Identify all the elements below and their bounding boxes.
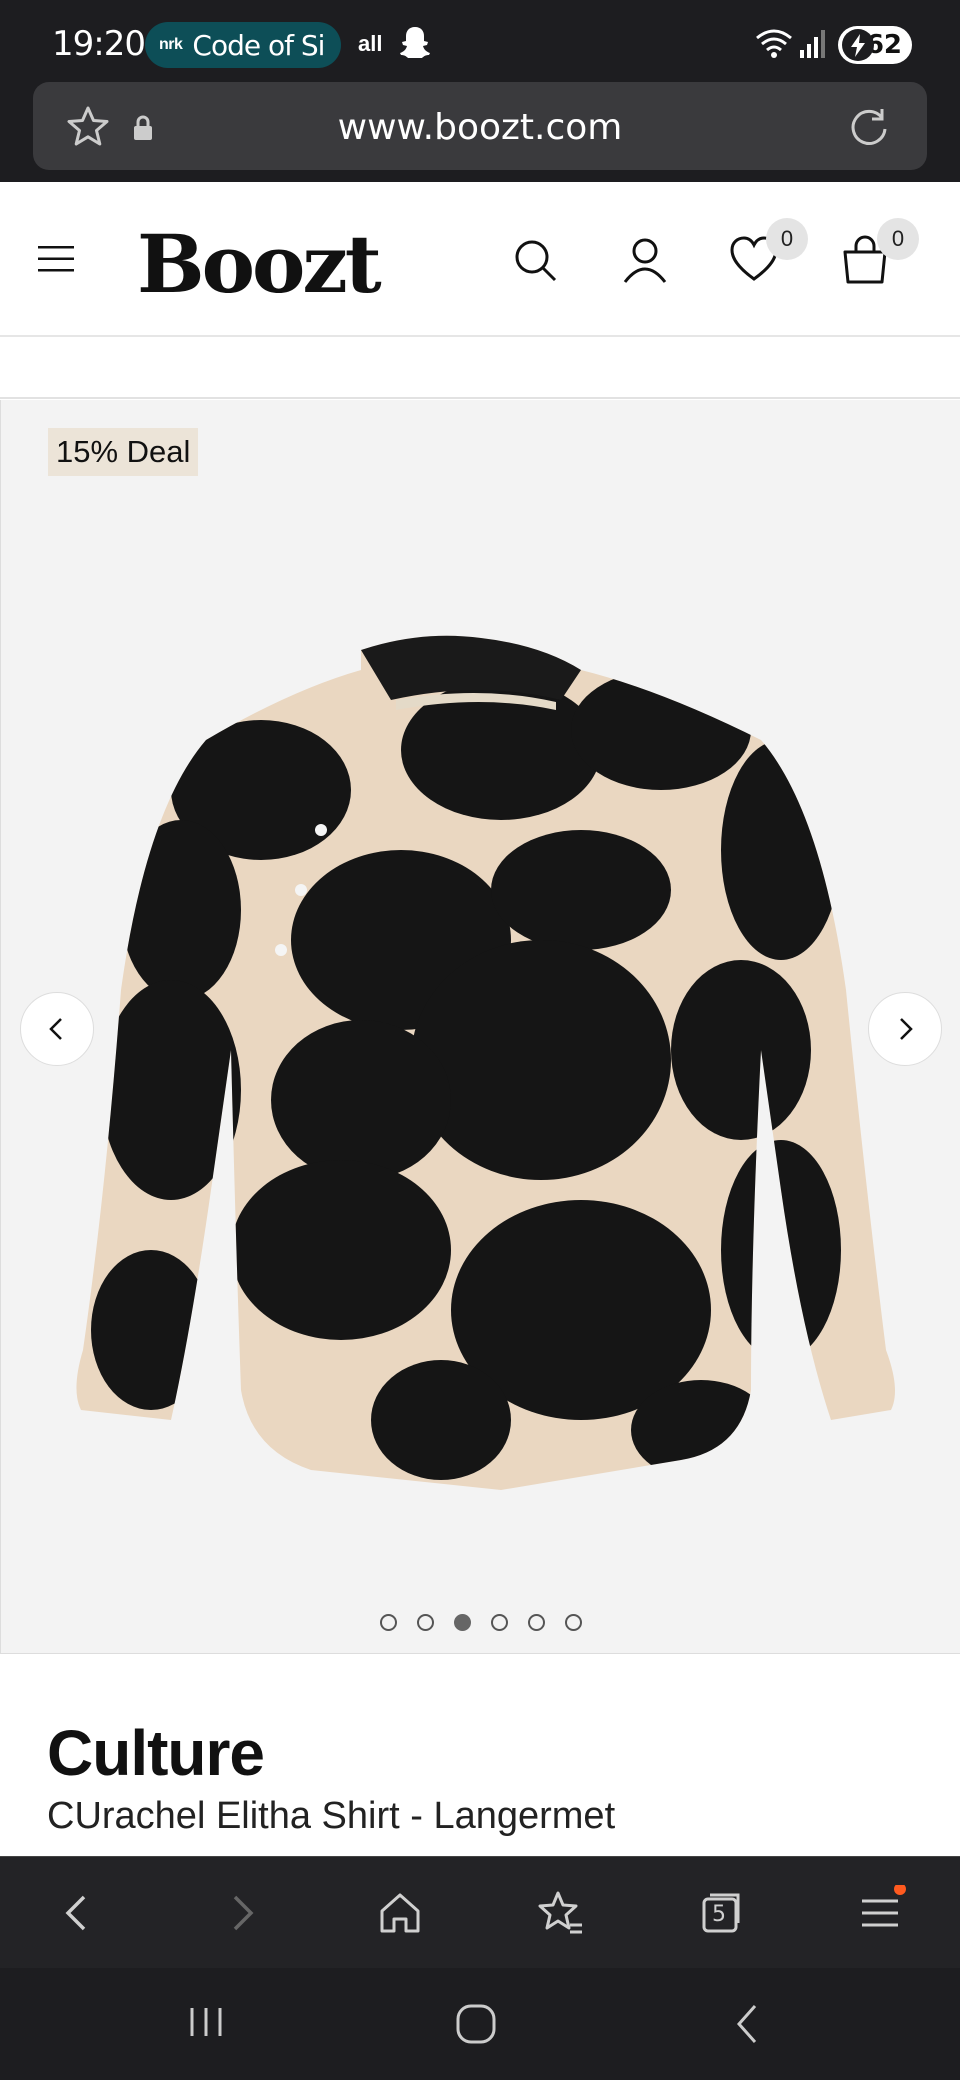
chevron-left-icon xyxy=(49,1018,62,1040)
system-back-icon[interactable] xyxy=(727,2002,767,2046)
pagination-dot[interactable] xyxy=(491,1614,508,1631)
menu-icon[interactable] xyxy=(36,244,76,274)
account-icon[interactable] xyxy=(615,230,675,290)
media-pill[interactable]: nrk Code of Si xyxy=(145,22,341,68)
image-pagination xyxy=(1,1614,960,1631)
tabs-icon[interactable]: 5 xyxy=(692,1885,748,1941)
reload-icon[interactable] xyxy=(846,104,892,150)
wishlist-count-badge: 0 xyxy=(766,218,808,260)
home-button-icon[interactable] xyxy=(454,2002,498,2046)
product-name: CUrachel Elitha Shirt - Langermet xyxy=(47,1795,616,1837)
wifi-icon xyxy=(756,29,792,58)
media-title: Code of Si xyxy=(192,28,325,62)
product-image-gallery[interactable]: 15% Deal xyxy=(0,400,960,1654)
header-spacer xyxy=(0,339,960,399)
deal-badge: 15% Deal xyxy=(48,428,199,476)
browser-url-row: www.boozt.com xyxy=(0,82,960,182)
pagination-dot[interactable] xyxy=(528,1614,545,1631)
next-image-button[interactable] xyxy=(868,992,942,1066)
site-logo[interactable]: Boozt xyxy=(137,217,382,311)
chevron-right-icon xyxy=(900,1018,913,1040)
search-icon[interactable] xyxy=(505,230,565,290)
browser-menu-icon[interactable] xyxy=(852,1885,908,1941)
browser-toolbar: 5 xyxy=(0,1856,960,1968)
pagination-dot[interactable] xyxy=(565,1614,582,1631)
cell-signal-icon xyxy=(800,30,825,58)
pagination-dot[interactable] xyxy=(417,1614,434,1631)
bookmarks-icon[interactable] xyxy=(532,1885,588,1941)
system-navigation-bar xyxy=(0,1968,960,2080)
url-text: www.boozt.com xyxy=(337,107,623,148)
tabs-count: 5 xyxy=(712,1902,726,1927)
charging-bolt-icon xyxy=(842,29,874,61)
cart-count-badge: 0 xyxy=(877,218,919,260)
forward-icon[interactable] xyxy=(213,1885,269,1941)
nrk-logo: nrk xyxy=(159,36,183,53)
product-image[interactable] xyxy=(61,630,901,1590)
signal-all-icon: all xyxy=(358,31,383,56)
pagination-dot[interactable] xyxy=(380,1614,397,1631)
pagination-dot-active[interactable] xyxy=(454,1614,471,1631)
battery-indicator: 62 xyxy=(838,26,912,64)
snapchat-icon xyxy=(400,27,430,58)
site-header: Boozt 0 0 xyxy=(0,182,960,337)
product-brand[interactable]: Culture xyxy=(47,1716,265,1790)
status-time: 19:20 xyxy=(52,24,146,64)
address-bar[interactable]: www.boozt.com xyxy=(33,82,927,170)
status-bar: 19:20 nrk Code of Si all 62 xyxy=(0,0,960,82)
back-icon[interactable] xyxy=(50,1885,106,1941)
previous-image-button[interactable] xyxy=(20,992,94,1066)
recent-apps-icon[interactable] xyxy=(186,2002,226,2042)
home-icon[interactable] xyxy=(372,1885,428,1941)
